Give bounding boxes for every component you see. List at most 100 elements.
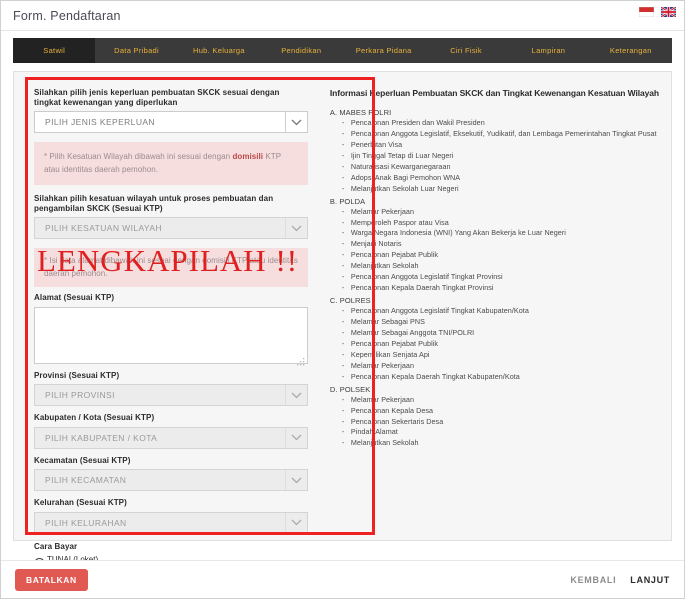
- tab-data-pribadi[interactable]: Data Pribadi: [95, 38, 177, 63]
- list-item: Pencalonan Presiden dan Wakil Presiden: [342, 118, 659, 129]
- tab-hub-keluarga[interactable]: Hub. Keluarga: [178, 38, 260, 63]
- kecamatan-label: Kecamatan (Sesuai KTP): [34, 455, 131, 465]
- alamat-alert: * Isi data alamat dibawah ini sesuai den…: [34, 248, 308, 287]
- tab-label: Perkara Pidana: [355, 46, 412, 55]
- info-group-list: Melamar Pekerjaan Pencalonan Kepala Desa…: [330, 395, 659, 450]
- registration-form-window: Form. Pendaftaran Satwil Data Pribadi Hu…: [0, 0, 685, 599]
- list-item: Naturalisasi Kewarganegaraan: [342, 162, 659, 173]
- form-column: Silahkan pilih jenis keperluan pembuatan…: [22, 82, 318, 569]
- kelurahan-label: Kelurahan (Sesuai KTP): [34, 498, 127, 508]
- kabupaten-select[interactable]: PILIH KABUPATEN / KOTA: [34, 426, 308, 449]
- kesatuan-wilayah-value: PILIH KESATUAN WILAYAH: [45, 223, 162, 234]
- provinsi-value: PILIH PROVINSI: [45, 390, 115, 401]
- list-item: Melamar Sebagai PNS: [342, 317, 659, 328]
- tab-lampiran[interactable]: Lampiran: [507, 38, 589, 63]
- alamat-alert-text: * Isi data alamat dibawah ini sesuai den…: [44, 256, 298, 278]
- list-item: Adopsi Anak Bagi Pemohon WNA: [342, 173, 659, 184]
- info-group-heading: B. POLDA: [329, 196, 366, 206]
- alamat-textarea[interactable]: [34, 306, 308, 365]
- tab-label: Satwil: [43, 46, 66, 55]
- list-item: Pencalonan Anggota Legislatif Tingkat Pr…: [342, 272, 659, 283]
- tab-label: Lampiran: [531, 46, 566, 55]
- keperluan-label: Silahkan pilih jenis keperluan pembuatan…: [34, 88, 280, 107]
- list-item: Pencalonan Anggota Legislatif Tingkat Ka…: [342, 306, 659, 317]
- list-item: Melanjutkan Sekolah: [342, 261, 659, 272]
- back-button[interactable]: KEMBALI: [570, 575, 616, 585]
- kecamatan-select[interactable]: PILIH KECAMATAN: [34, 469, 308, 492]
- list-item: Ijin Tinggal Tetap di Luar Negeri: [342, 151, 659, 162]
- cara-bayar-label: Cara Bayar: [34, 541, 78, 551]
- info-panel-title: Informasi Keperluan Pembuatan SKCK dan T…: [329, 88, 659, 98]
- jenis-keperluan-select[interactable]: PILIH JENIS KEPERLUAN: [34, 111, 308, 134]
- tab-label: Hub. Keluarga: [193, 46, 245, 55]
- kabupaten-label: Kabupaten / Kota (Sesuai KTP): [34, 413, 155, 423]
- wilayah-alert: * Pilih Kesatuan Wilayah dibawah ini ses…: [34, 142, 308, 185]
- list-item: Pindah Alamat: [342, 427, 659, 438]
- tab-label: Ciri Fisik: [450, 46, 482, 55]
- tab-label: Pendidikan: [281, 46, 322, 55]
- list-item: Melamar Sebagai Anggota TNI/POLRI: [342, 328, 659, 339]
- info-group-list: Pencalonan Presiden dan Wakil Presiden P…: [330, 118, 659, 195]
- kesatuan-wilayah-label: Silahkan pilih kesatuan wilayah untuk pr…: [34, 193, 274, 213]
- info-group-heading: D. POLSEK: [329, 384, 371, 394]
- list-item: Melanjutkan Sekolah Luar Negeri: [342, 184, 659, 195]
- list-item: Pencalonan Pejabat Publik: [342, 250, 659, 261]
- next-button[interactable]: LANJUT: [630, 575, 670, 585]
- satwil-panel: Silahkan pilih jenis keperluan pembuatan…: [13, 71, 672, 569]
- alamat-label: Alamat (Sesuai KTP): [34, 292, 115, 302]
- list-item: Menjadi Notaris: [342, 239, 659, 250]
- chevron-down-icon: [284, 470, 307, 491]
- list-item: Memperoleh Paspor atau Visa: [342, 218, 659, 229]
- list-item: Pencalonan Anggota Legislatif, Eksekutif…: [342, 129, 659, 140]
- resize-grip-icon[interactable]: [296, 353, 305, 365]
- kelurahan-select[interactable]: PILIH KELURAHAN: [34, 511, 308, 534]
- tab-satwil[interactable]: Satwil: [13, 38, 96, 63]
- provinsi-label: Provinsi (Sesuai KTP): [34, 370, 120, 380]
- info-column: Informasi Keperluan Pembuatan SKCK dan T…: [318, 82, 663, 532]
- chevron-down-icon: [284, 218, 307, 239]
- cancel-button[interactable]: BATALKAN: [15, 568, 88, 591]
- chevron-down-icon: [284, 427, 307, 448]
- list-item: Pencalonan Sekertaris Desa: [342, 417, 659, 428]
- wilayah-alert-prefix: * Pilih Kesatuan Wilayah dibawah ini ses…: [44, 152, 233, 162]
- info-group-mabes-polri: A. MABES POLRI Pencalonan Presiden dan W…: [330, 108, 659, 195]
- page-title: Form. Pendaftaran: [13, 8, 121, 23]
- tab-label: Data Pribadi: [114, 46, 159, 55]
- form-footer: BATALKAN KEMBALI LANJUT: [1, 560, 684, 598]
- tab-pendidikan[interactable]: Pendidikan: [260, 38, 342, 63]
- kabupaten-value: PILIH KABUPATEN / KOTA: [45, 432, 158, 443]
- wilayah-alert-highlight: domisili: [232, 152, 264, 162]
- tab-perkara-pidana[interactable]: Perkara Pidana: [343, 38, 425, 63]
- info-group-polres: C. POLRES Pencalonan Anggota Legislatif …: [330, 296, 659, 383]
- footer-nav: KEMBALI LANJUT: [570, 575, 670, 585]
- chevron-down-icon: [284, 512, 307, 533]
- list-item: Melamar Pekerjaan: [342, 207, 659, 218]
- tab-label: Keterangan: [609, 46, 652, 55]
- list-item: Pencalonan Kepala Daerah Tingkat Kabupat…: [342, 372, 659, 383]
- kelurahan-value: PILIH KELURAHAN: [45, 517, 127, 528]
- kesatuan-wilayah-select[interactable]: PILIH KESATUAN WILAYAH: [34, 217, 308, 240]
- info-group-list: Melamar Pekerjaan Memperoleh Paspor atau…: [330, 207, 659, 295]
- provinsi-select[interactable]: PILIH PROVINSI: [34, 384, 308, 407]
- list-item: Pencalonan Pejabat Publik: [342, 339, 659, 350]
- list-item: Penerbitan Visa: [342, 140, 659, 151]
- form-body: Silahkan pilih jenis keperluan pembuatan…: [1, 63, 684, 569]
- list-item: Melamar Pekerjaan: [342, 395, 659, 406]
- language-switcher[interactable]: [639, 7, 676, 17]
- tabbar-container: Satwil Data Pribadi Hub. Keluarga Pendid…: [1, 31, 684, 63]
- uk-flag-icon[interactable]: [661, 7, 676, 17]
- indonesia-flag-icon[interactable]: [639, 7, 654, 17]
- window-titlebar: Form. Pendaftaran: [1, 1, 684, 31]
- form-tabs: Satwil Data Pribadi Hub. Keluarga Pendid…: [13, 38, 672, 63]
- tab-keterangan[interactable]: Keterangan: [590, 38, 672, 63]
- jenis-keperluan-value: PILIH JENIS KEPERLUAN: [45, 117, 155, 128]
- chevron-down-icon: [284, 112, 307, 133]
- info-group-polsek: D. POLSEK Melamar Pekerjaan Pencalonan K…: [330, 385, 659, 450]
- list-item: Warga Negara Indonesia (WNI) Yang Akan B…: [342, 228, 659, 239]
- tab-ciri-fisik[interactable]: Ciri Fisik: [425, 38, 507, 63]
- list-item: Pencalonan Kepala Desa: [342, 406, 659, 417]
